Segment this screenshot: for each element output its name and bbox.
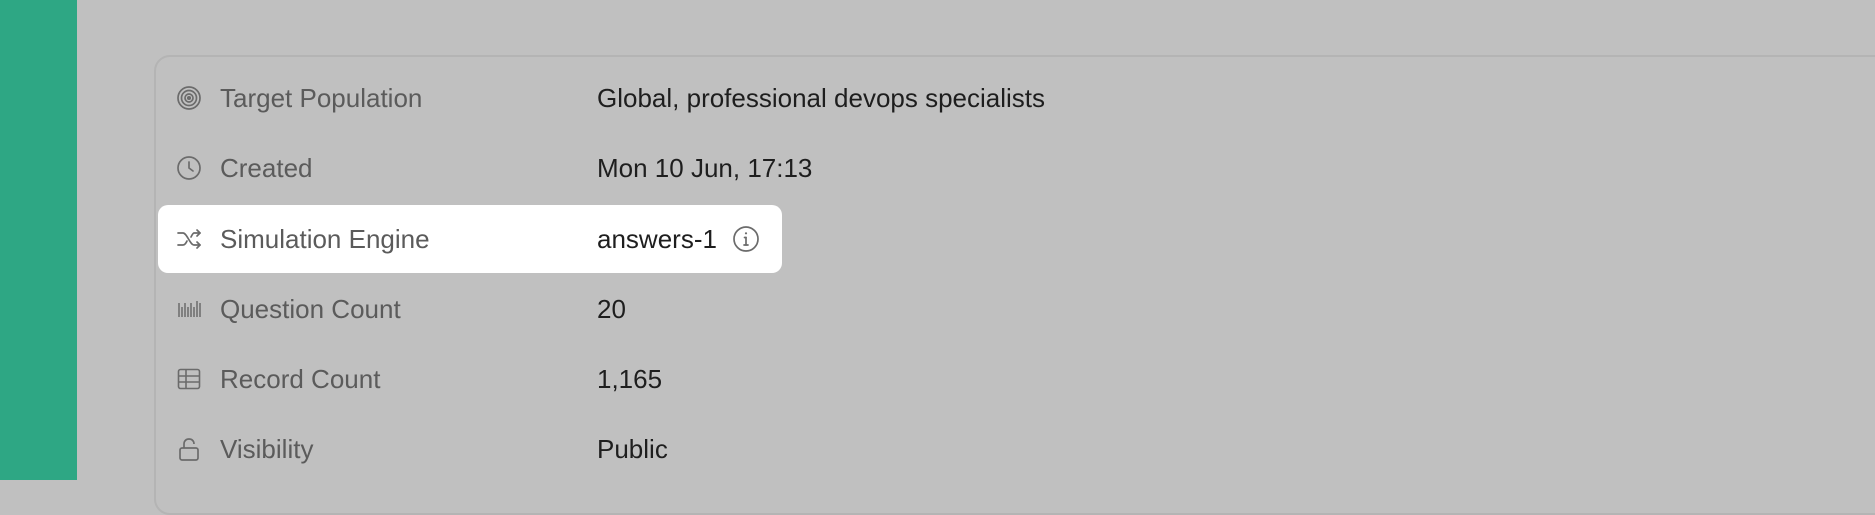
detail-label: Created [220, 152, 313, 183]
info-icon[interactable] [732, 225, 760, 253]
detail-value: 1,165 [597, 363, 663, 394]
detail-label: Simulation Engine [220, 223, 430, 254]
detail-value: Global, professional devops specialists [597, 82, 1046, 113]
shuffle-icon [176, 226, 202, 252]
detail-label: Visibility [220, 433, 314, 464]
lock-icon [176, 436, 202, 462]
detail-row-target-population: Target Population Global, professional d… [158, 64, 1045, 132]
detail-row-simulation-engine[interactable]: Simulation Engine answers-1 [158, 205, 782, 273]
detail-value: Public [597, 433, 668, 464]
barcode-icon [176, 296, 202, 322]
sidebar-strip [0, 0, 77, 480]
detail-value: answers-1 [597, 223, 717, 254]
detail-row-visibility: Visibility Public [158, 415, 778, 483]
detail-row-record-count: Record Count 1,165 [158, 345, 778, 413]
detail-row-created: Created Mon 10 Jun, 17:13 [158, 134, 812, 202]
detail-row-question-count: Question Count 20 [158, 275, 778, 343]
detail-label: Target Population [220, 82, 423, 113]
detail-label: Question Count [220, 293, 401, 324]
detail-value: 20 [597, 293, 626, 324]
detail-label: Record Count [220, 363, 381, 394]
detail-value: Mon 10 Jun, 17:13 [597, 152, 813, 183]
clock-icon [176, 155, 202, 181]
table-icon [176, 366, 202, 392]
target-icon [176, 85, 202, 111]
